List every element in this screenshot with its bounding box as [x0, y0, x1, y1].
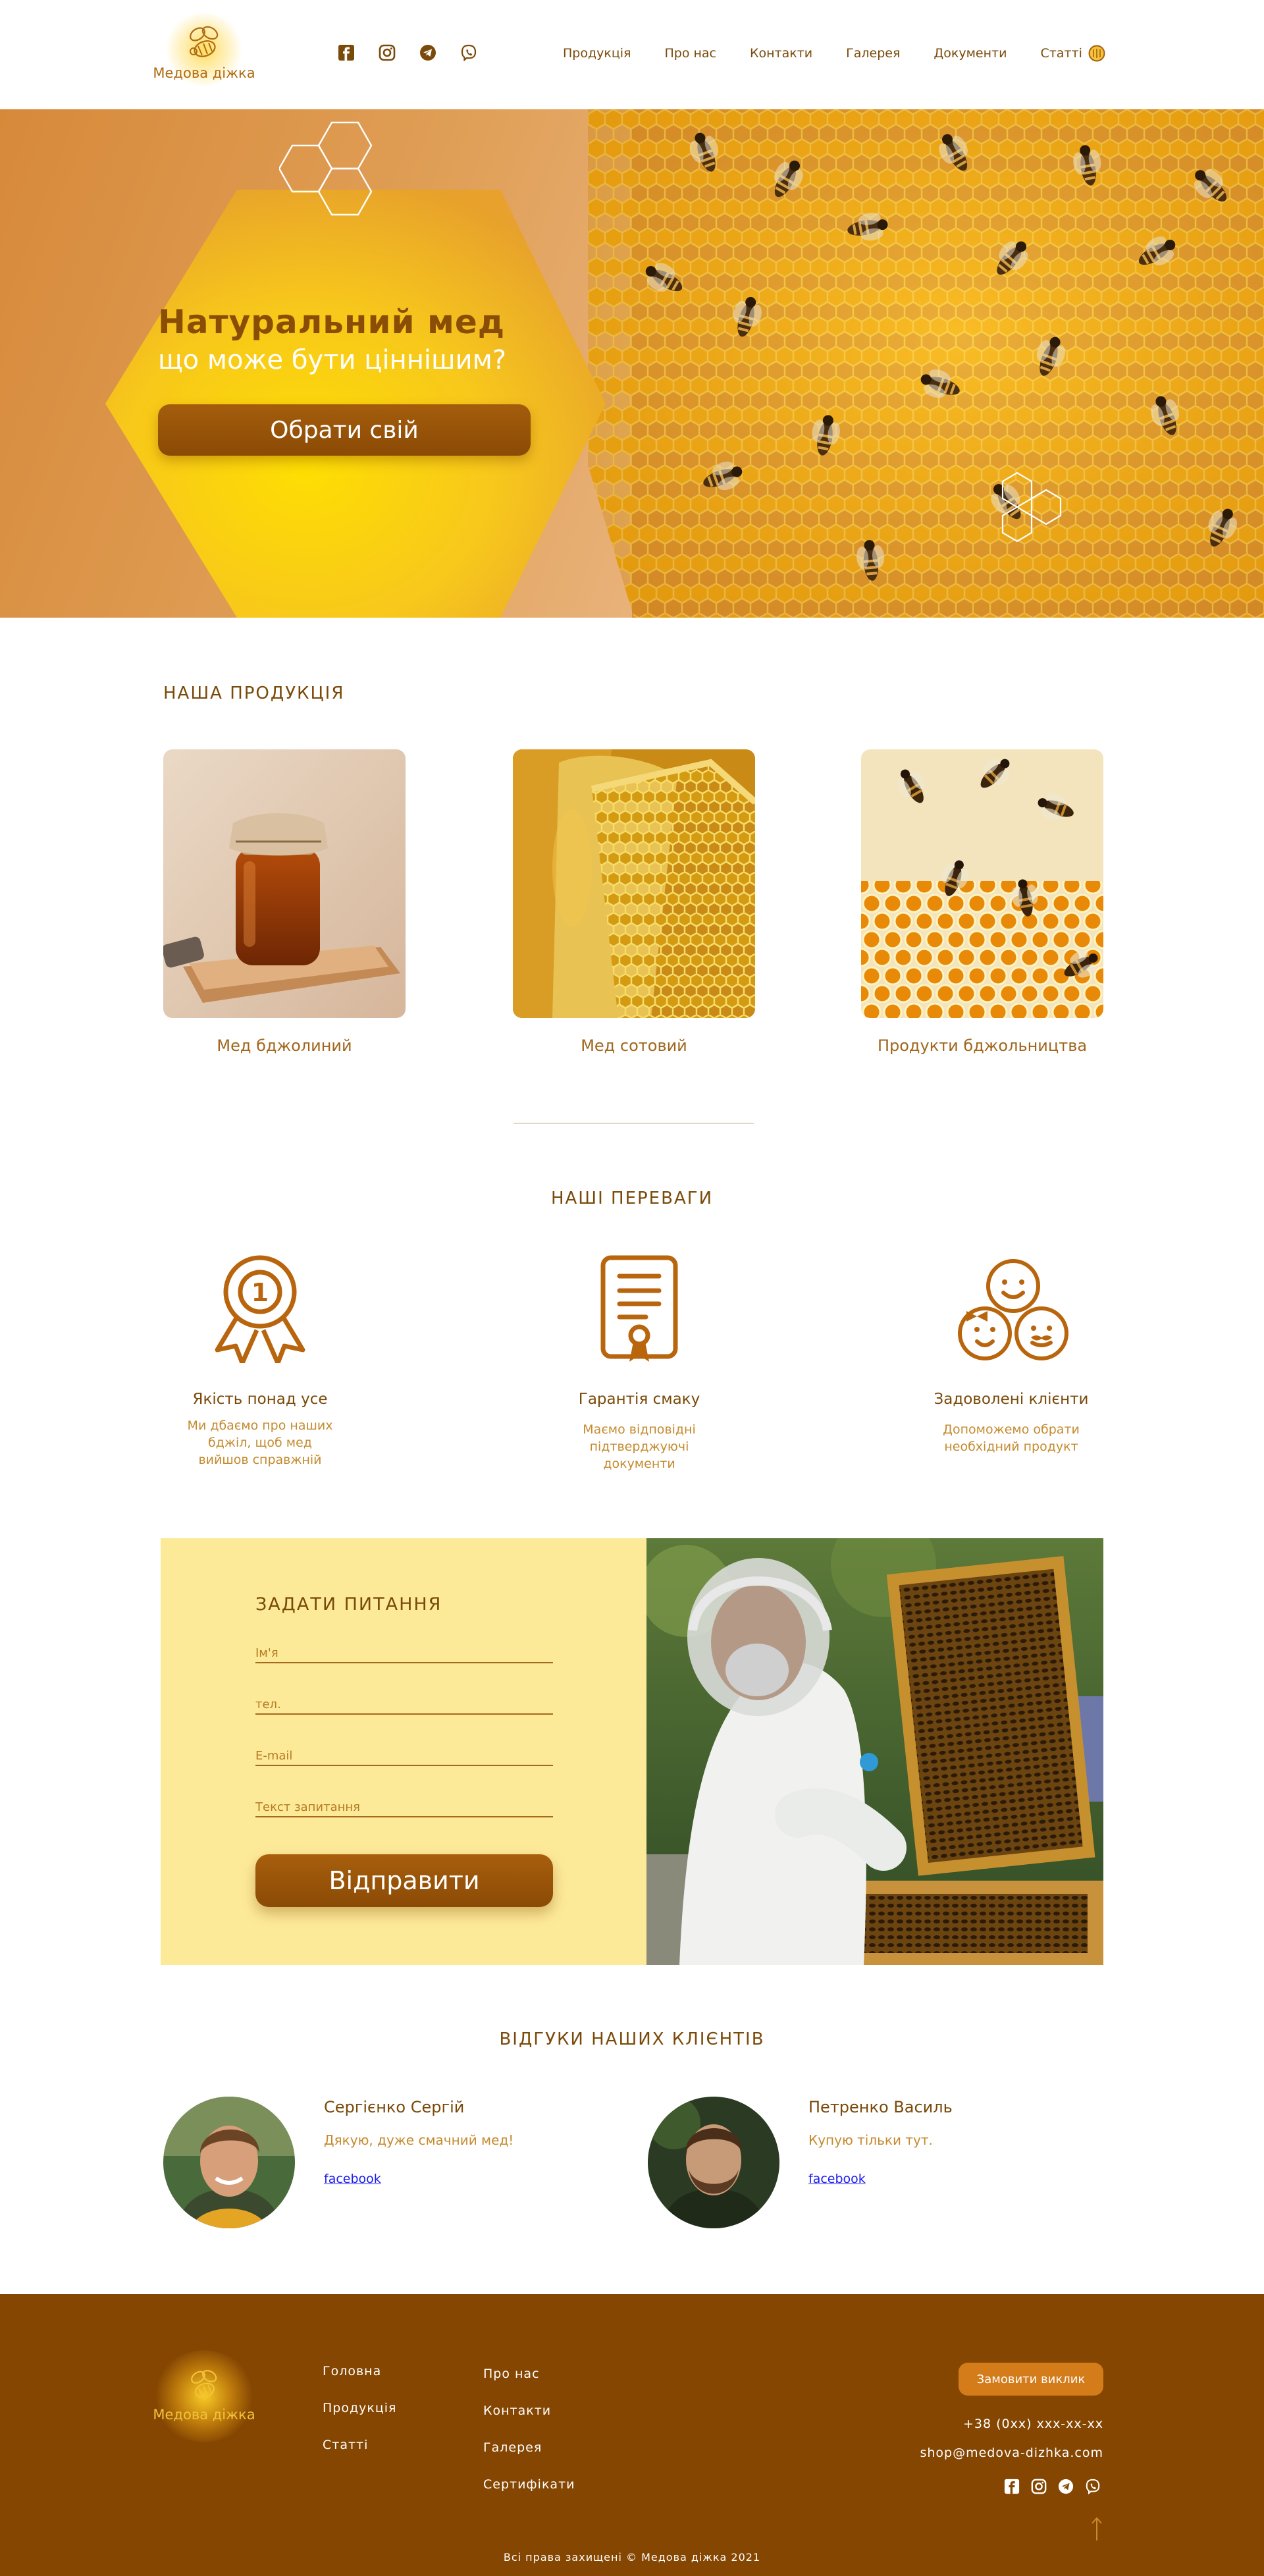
honeycomb-bees-image: [588, 109, 1264, 618]
question-field[interactable]: [255, 1791, 553, 1817]
footer-social-links: [1003, 2477, 1102, 2496]
logo[interactable]: Медова діжка: [151, 13, 257, 92]
product-label-bee-products[interactable]: Продукти бджольництва: [861, 1036, 1103, 1055]
form-title: ЗАДАТИ ПИТАННЯ: [255, 1594, 442, 1615]
footer-link-products[interactable]: Продукція: [323, 2401, 396, 2415]
bee-logo-icon: [191, 2370, 217, 2398]
arrow-up-icon[interactable]: [1090, 2515, 1103, 2542]
review-text: Дякую, дуже смачний мед!: [324, 2132, 514, 2148]
facebook-icon[interactable]: [1003, 2477, 1021, 2496]
products-title: НАША ПРОДУКЦІЯ: [163, 684, 345, 703]
send-button[interactable]: Відправити: [255, 1854, 553, 1907]
viber-icon[interactable]: [460, 43, 478, 62]
main-nav: Продукція Про нас Контакти Галерея Докум…: [563, 46, 1116, 61]
footer-logo-text: Медова діжка: [153, 2407, 255, 2423]
product-image-comb-honey[interactable]: [513, 749, 755, 1018]
decorative-hexagons: [279, 121, 373, 216]
instagram-icon[interactable]: [378, 43, 396, 62]
footer-link-contacts[interactable]: Контакти: [483, 2403, 551, 2418]
advantages-title: НАШІ ПЕРЕВАГИ: [550, 1189, 714, 1208]
review-author-name: Петренко Василь: [808, 2098, 953, 2116]
advantage-quality-text: Ми дбаємо про наших бджіл, щоб мед вийшов …: [187, 1418, 333, 1467]
nav-item-articles[interactable]: Статті: [1040, 46, 1082, 61]
family-icon: [958, 1259, 1068, 1360]
footer-logo[interactable]: Медова діжка: [138, 2347, 270, 2446]
nav-item-products[interactable]: Продукція: [563, 46, 631, 61]
advantage-clients-title: Задоволені клієнти: [934, 1391, 1089, 1408]
advantage-quality-title: Якість понад усе: [192, 1391, 328, 1408]
nav-item-contacts[interactable]: Контакти: [750, 46, 812, 61]
beekeeper-photo: [646, 1538, 1103, 1965]
footer-link-gallery[interactable]: Галерея: [483, 2440, 542, 2455]
reviews-title: ВІДГУКИ НАШИХ КЛІЄНТІВ: [499, 2029, 765, 2049]
nav-item-gallery[interactable]: Галерея: [846, 46, 900, 61]
product-image-bee-products[interactable]: [861, 749, 1103, 1018]
question-form: ЗАДАТИ ПИТАННЯ Відправити: [161, 1538, 646, 1965]
review-author-name: Сергієнко Сергій: [324, 2098, 465, 2116]
review-facebook-link[interactable]: facebook: [324, 2172, 381, 2186]
advantage-taste-title: Гарантія смаку: [578, 1391, 700, 1408]
advantage-clients-text: Допоможемо обрати необхідний продукт: [943, 1422, 1080, 1454]
nav-item-about[interactable]: Про нас: [664, 46, 716, 61]
footer-email[interactable]: shop@medova-dizhka.com: [920, 2446, 1103, 2460]
product-label-bee-honey[interactable]: Мед бджолиний: [163, 1036, 406, 1055]
logo-text: Медова діжка: [153, 65, 255, 81]
telegram-icon[interactable]: [1057, 2477, 1075, 2496]
copyright: Всі права захищені © Медова діжка 2021: [503, 2551, 761, 2563]
site-footer: Медова діжка Головна Продукція Статті Пр…: [0, 2294, 1264, 2576]
review-text: Купую тільки тут.: [808, 2132, 933, 2148]
section-divider: [514, 1123, 754, 1124]
bee-logo-icon: [190, 26, 219, 57]
language-flag-icon[interactable]: [1088, 45, 1105, 62]
footer-link-certificates[interactable]: Сертифікати: [483, 2477, 575, 2492]
hero-subtitle: що може бути ціннішим?: [158, 345, 506, 375]
footer-link-about[interactable]: Про нас: [483, 2367, 540, 2381]
svg-text:1: 1: [251, 1278, 269, 1307]
avatar: [163, 2097, 295, 2228]
telegram-icon[interactable]: [419, 43, 437, 62]
nav-item-documents[interactable]: Документи: [934, 46, 1007, 61]
phone-field[interactable]: [255, 1688, 553, 1715]
review-facebook-link[interactable]: facebook: [808, 2172, 866, 2186]
product-image-jar-honey[interactable]: [163, 749, 406, 1018]
footer-link-home[interactable]: Головна: [323, 2364, 381, 2378]
instagram-icon[interactable]: [1030, 2477, 1048, 2496]
viber-icon[interactable]: [1084, 2477, 1102, 2496]
footer-phone[interactable]: +38 (0xx) xxx-xx-xx: [963, 2417, 1103, 2431]
product-label-comb-honey[interactable]: Мед сотовий: [513, 1036, 755, 1055]
site-header: Медова діжка Продукція Про нас Контакти …: [0, 0, 1264, 109]
hero-title: Натуральний мед: [158, 303, 506, 341]
footer-link-articles[interactable]: Статті: [323, 2438, 368, 2452]
medal-icon: 1: [215, 1255, 305, 1363]
certificate-icon: [600, 1255, 678, 1362]
facebook-icon[interactable]: [337, 43, 356, 62]
advantage-taste-text: Маємо відповідні підтверджуючі документи: [583, 1422, 696, 1471]
email-field[interactable]: [255, 1740, 553, 1766]
avatar: [648, 2097, 779, 2228]
choose-honey-button[interactable]: Обрати свій: [158, 404, 531, 456]
header-social-links: [337, 43, 478, 62]
hero-yellow-hexagon: [105, 190, 606, 618]
name-field[interactable]: [255, 1637, 553, 1663]
hero-banner: Натуральний мед що може бути ціннішим? О…: [0, 109, 1264, 618]
order-call-button[interactable]: Замовити виклик: [959, 2363, 1103, 2396]
